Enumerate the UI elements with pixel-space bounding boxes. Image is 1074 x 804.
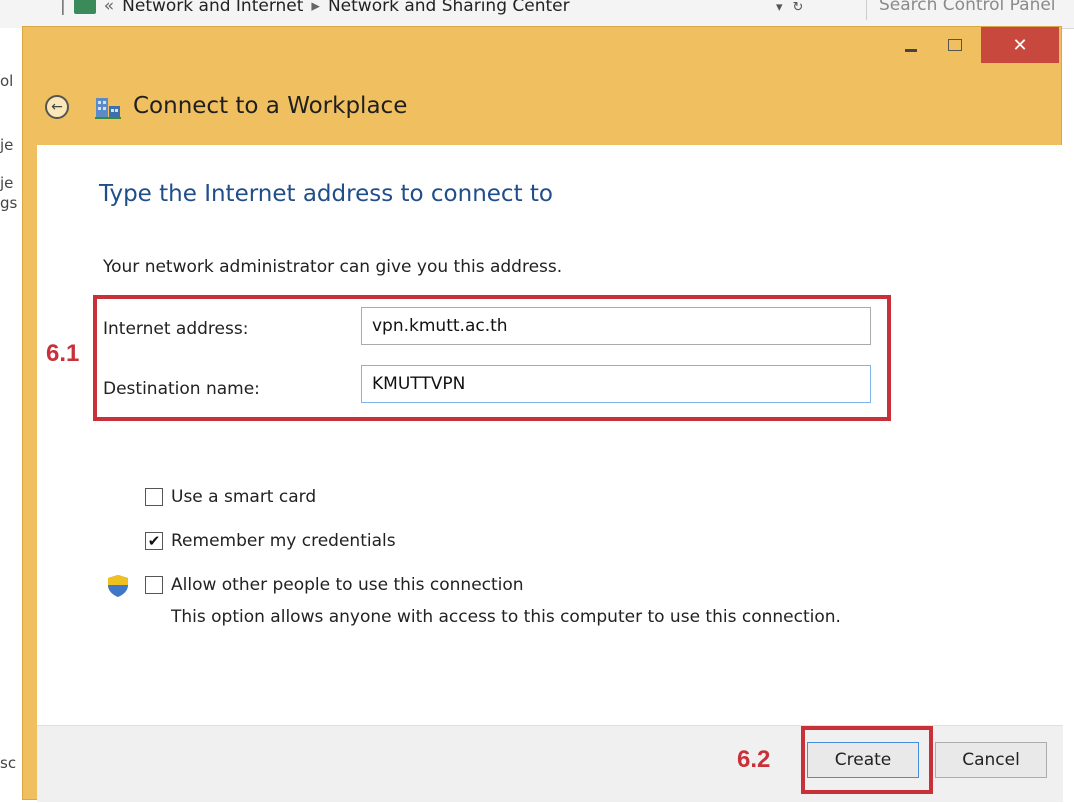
close-button[interactable]: ✕ — [981, 27, 1059, 63]
connect-workplace-dialog: ✕ ← Connect to a Workplace Type the Inte… — [22, 26, 1063, 802]
allow-others-label: Allow other people to use this connectio… — [171, 575, 524, 595]
allow-others-option[interactable]: Allow other people to use this connectio… — [145, 575, 524, 595]
close-icon: ✕ — [1012, 34, 1028, 56]
minimize-icon — [905, 48, 917, 52]
internet-address-label: Internet address: — [103, 319, 249, 339]
dialog-header: ← Connect to a Workplace — [23, 63, 1061, 145]
allow-others-description: This option allows anyone with access to… — [171, 607, 841, 627]
cancel-button[interactable]: Cancel — [935, 742, 1047, 778]
explorer-address-bar: | « Network and Internet ▸ Network and S… — [0, 0, 1074, 29]
network-icon — [73, 0, 96, 14]
search-input[interactable]: Search Control Panel — [866, 0, 1074, 20]
destination-name-field[interactable] — [361, 365, 871, 403]
explorer-sidebar: ol je je gs sc — [0, 28, 22, 804]
annotation-label-step-1: 6.1 — [46, 340, 80, 367]
dialog-title: Connect to a Workplace — [133, 93, 408, 119]
breadcrumb-network-sharing[interactable]: Network and Sharing Center — [328, 0, 570, 16]
refresh-icon[interactable]: ↻ — [793, 0, 804, 15]
breadcrumb[interactable]: | « Network and Internet ▸ Network and S… — [60, 0, 780, 20]
page-heading: Type the Internet address to connect to — [99, 181, 553, 207]
uac-shield-icon — [108, 575, 128, 597]
internet-address-field[interactable] — [361, 307, 871, 345]
destination-name-label: Destination name: — [103, 379, 260, 399]
minimize-button[interactable] — [889, 27, 933, 63]
smart-card-checkbox[interactable] — [145, 488, 163, 506]
back-arrow-icon: ← — [51, 99, 63, 115]
create-button[interactable]: Create — [807, 742, 919, 778]
annotation-label-step-2: 6.2 — [737, 746, 771, 773]
smart-card-label: Use a smart card — [171, 487, 317, 507]
chevron-down-icon[interactable]: ▾ — [776, 0, 783, 15]
allow-others-checkbox[interactable] — [145, 576, 163, 594]
maximize-icon — [948, 39, 962, 51]
remember-credentials-checkbox[interactable]: ✔ — [145, 532, 163, 550]
remember-credentials-option[interactable]: ✔ Remember my credentials — [145, 531, 396, 551]
title-bar[interactable]: ✕ — [23, 27, 1061, 63]
breadcrumb-network-internet[interactable]: Network and Internet — [122, 0, 303, 16]
back-button[interactable]: ← — [45, 95, 69, 119]
remember-credentials-label: Remember my credentials — [171, 531, 396, 551]
workplace-icon — [95, 98, 121, 119]
dialog-footer: 6.2 Create Cancel — [37, 725, 1063, 802]
maximize-button[interactable] — [933, 27, 977, 63]
dialog-content: Type the Internet address to connect to … — [37, 145, 1063, 725]
smart-card-option[interactable]: Use a smart card — [145, 487, 316, 507]
instruction-text: Your network administrator can give you … — [103, 257, 563, 277]
